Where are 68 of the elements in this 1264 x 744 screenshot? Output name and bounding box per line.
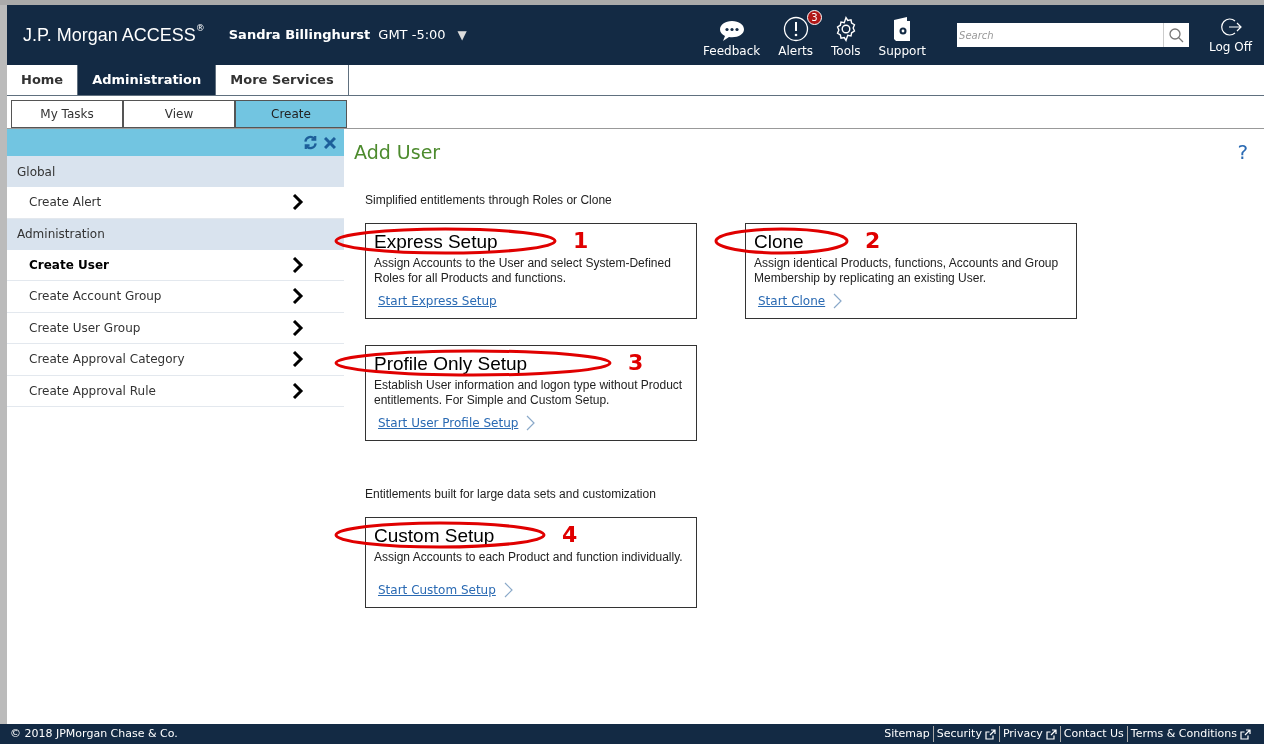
external-link-icon <box>1045 728 1057 740</box>
sidebar-item[interactable]: Create User <box>7 249 344 281</box>
chevron-right-icon <box>503 582 513 598</box>
chevron-right-icon <box>526 415 536 431</box>
group-caption: Simplified entitlements through Roles or Clone <box>365 192 613 209</box>
search-icon <box>1169 27 1185 43</box>
log-off-icon <box>1219 16 1242 38</box>
card-title: Profile Only Setup <box>374 352 528 376</box>
card-description: Assign Accounts to the User and select System-Defined Roles for all Products and functions. <box>374 256 672 286</box>
page-title: Add User <box>354 139 441 165</box>
exclamation-circle-icon <box>782 16 809 42</box>
footer-link[interactable]: Sitemap <box>884 725 930 743</box>
chevron-right-icon <box>292 382 304 399</box>
card-description: Assign Accounts to each Product and function individually. <box>374 550 684 565</box>
footer-link[interactable]: Privacy <box>1002 725 1043 743</box>
card-title: Custom Setup <box>374 524 495 548</box>
annotation-number: 1 <box>573 228 589 254</box>
card-title: Express Setup <box>374 230 498 254</box>
sidebar-item[interactable]: Create Alert <box>7 187 344 219</box>
annotation-number: 3 <box>628 350 644 376</box>
chevron-right-icon <box>292 194 304 211</box>
chevron-right-icon <box>292 351 304 368</box>
sidebar-item[interactable]: Create Approval Category <box>7 344 344 376</box>
header-action-button[interactable]: Tools <box>822 12 870 58</box>
sub-tab[interactable]: My Tasks <box>11 100 123 128</box>
close-icon[interactable] <box>324 136 336 149</box>
registered-mark: ® <box>195 21 205 34</box>
header-action-button[interactable]: Support <box>869 12 936 58</box>
annotation-number: 4 <box>562 522 578 548</box>
chevron-right-icon <box>833 293 843 309</box>
footer-link[interactable]: Security <box>936 725 982 743</box>
start-link[interactable]: Start User Profile Setup <box>378 414 519 432</box>
header-action-button[interactable]: Feedback <box>694 12 770 58</box>
copyright: © 2018 JPMorgan Chase & Co. <box>10 725 179 742</box>
start-link[interactable]: Start Clone <box>758 292 826 310</box>
sidebar-item[interactable]: Create Account Group <box>7 281 344 313</box>
start-link[interactable]: Start Express Setup <box>378 292 497 310</box>
brand-logo: J.P. Morgan ACCESS <box>23 23 196 47</box>
log-off-button[interactable]: Log Off <box>1209 16 1252 54</box>
card-description: Establish User information and logon type without Product entitlements. For Simple and Custom Setup. <box>374 378 684 408</box>
timezone: GMT -5:00 <box>378 26 446 45</box>
group-caption: Entitlements built for large data sets and customization <box>365 486 657 503</box>
help-button[interactable]: ? <box>1237 137 1248 167</box>
search-field[interactable]: Search <box>957 23 1164 47</box>
footer-link[interactable]: Contact Us <box>1063 725 1124 743</box>
user-name: Sandra Billinghurst <box>228 26 371 45</box>
sub-tab[interactable]: View <box>123 100 235 128</box>
sidebar-item[interactable]: Create User Group <box>7 312 344 344</box>
speech-bubble-icon <box>718 20 745 42</box>
user-menu-dropdown[interactable]: ▼ <box>457 26 467 44</box>
sidebar-section-header: Global <box>7 156 344 187</box>
sidebar-section-header: Administration <box>7 218 344 250</box>
alert-count-badge: 3 <box>807 10 823 25</box>
refresh-icon[interactable] <box>303 135 318 150</box>
card-title: Clone <box>754 230 804 254</box>
card-description: Assign identical Products, functions, Accounts and Group Membership by replicating an existing User. <box>754 256 1060 286</box>
footer-link[interactable]: Terms & Conditions <box>1130 725 1237 743</box>
chevron-right-icon <box>292 319 304 336</box>
start-link[interactable]: Start Custom Setup <box>378 581 496 599</box>
external-link-icon <box>984 728 996 740</box>
sub-tab[interactable]: Create <box>235 100 347 128</box>
header-action-button[interactable]: 3 Alerts <box>769 12 823 58</box>
annotation-number: 2 <box>865 228 881 254</box>
external-link-icon <box>1240 728 1251 740</box>
chevron-right-icon <box>292 288 304 305</box>
sidebar-item[interactable]: Create Approval Rule <box>7 375 344 407</box>
chevron-right-icon <box>292 256 304 273</box>
nav-tab[interactable]: Administration <box>78 65 217 95</box>
